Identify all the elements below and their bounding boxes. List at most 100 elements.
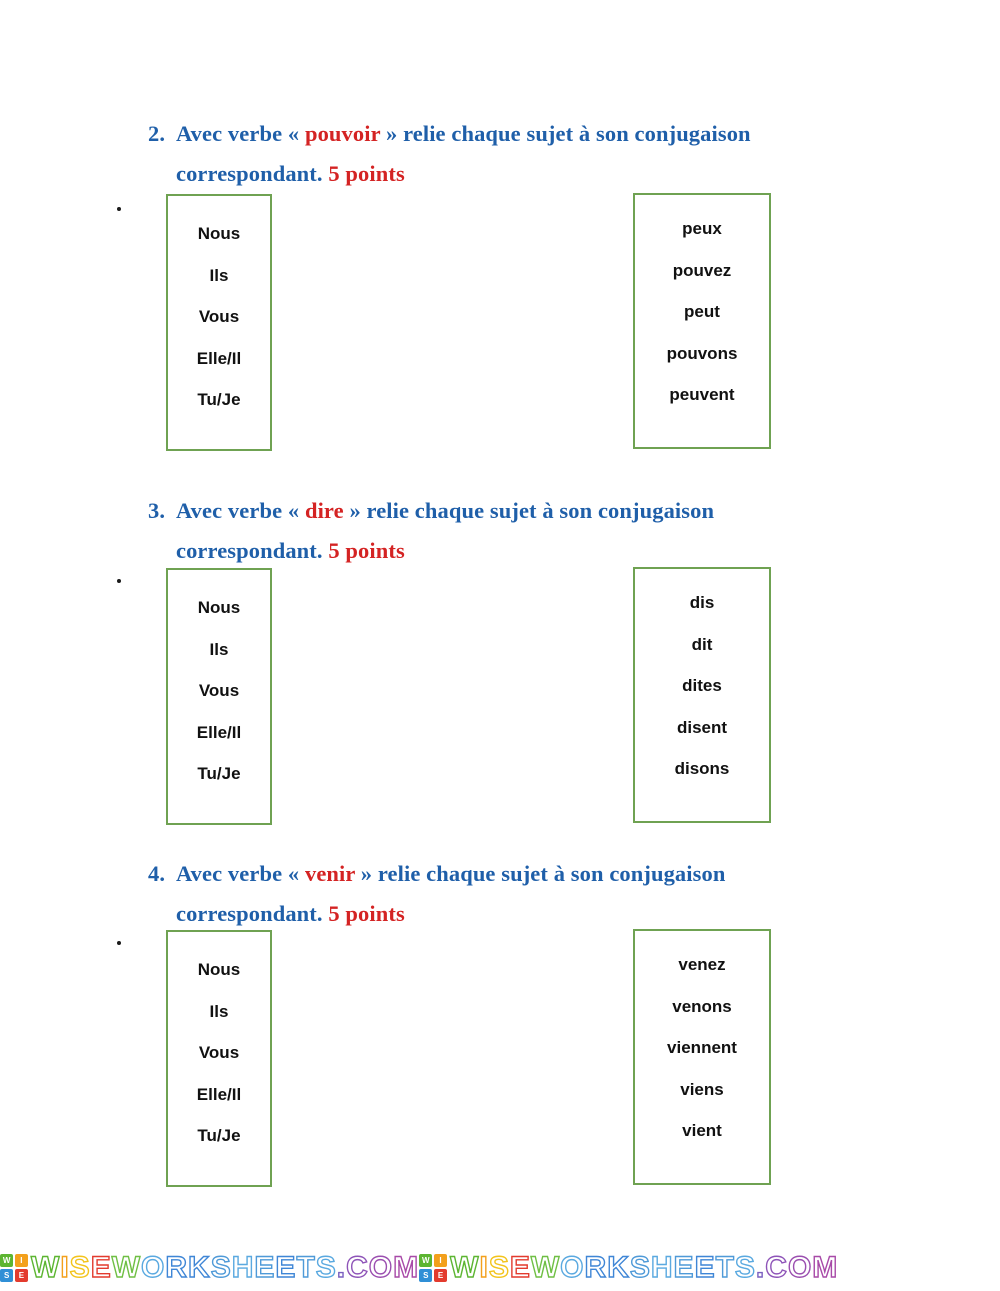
logo-tile-e: E xyxy=(433,1268,448,1282)
watermark-instance: W I S E WISEWORKSHEETS.COM xyxy=(0,1251,420,1284)
conjugation-item[interactable]: peuvent xyxy=(635,374,769,416)
exercise-3-correspondant: correspondant. xyxy=(176,538,323,563)
subject-item[interactable]: Vous xyxy=(168,670,270,712)
watermark-letter: H xyxy=(231,1251,255,1284)
watermark-letter: E xyxy=(90,1251,112,1284)
subject-item[interactable]: Tu/Je xyxy=(168,379,270,421)
exercise-2-points: 5 points xyxy=(328,161,405,186)
watermark-letter: S xyxy=(315,1251,337,1284)
worksheet-page: 2. Avec verbe « pouvoir » relie chaque su… xyxy=(0,0,1000,1291)
exercise-3-prompt-after: » relie chaque sujet à son conjugaison xyxy=(349,498,715,523)
exercise-2-left-marker-dot xyxy=(117,207,121,211)
conjugation-item[interactable]: disons xyxy=(635,748,769,790)
conjugation-item[interactable]: viennent xyxy=(635,1027,769,1069)
exercise-3-prompt-before: Avec verbe « xyxy=(176,498,300,523)
conjugation-item[interactable]: pouvez xyxy=(635,250,769,292)
watermark-letter: E xyxy=(275,1251,297,1284)
watermark-letter: S xyxy=(629,1251,651,1284)
subject-item[interactable]: Elle/Il xyxy=(168,1074,270,1116)
exercise-2-prompt-before: Avec verbe « xyxy=(176,121,300,146)
subject-item[interactable]: Ils xyxy=(168,255,270,297)
watermark-letter: S xyxy=(210,1251,232,1284)
watermark-letter: T xyxy=(715,1251,735,1284)
conjugation-item[interactable]: vient xyxy=(635,1110,769,1152)
watermark-letter: I xyxy=(60,1251,70,1284)
conjugation-item[interactable]: venez xyxy=(635,944,769,986)
watermark-text: WISEWORKSHEETS.COM xyxy=(449,1251,839,1284)
exercise-2-subject-box: Nous Ils Vous Elle/Il Tu/Je xyxy=(166,194,272,451)
watermark-footer: W I S E WISEWORKSHEETS.COM W I S E WISEW… xyxy=(0,1248,1000,1288)
watermark-letter: R xyxy=(165,1251,189,1284)
subject-item[interactable]: Vous xyxy=(168,1032,270,1074)
logo-tile-s: S xyxy=(0,1268,14,1282)
subject-item[interactable]: Tu/Je xyxy=(168,753,270,795)
exercise-2-verb: pouvoir xyxy=(304,121,381,146)
subject-item[interactable]: Elle/Il xyxy=(168,338,270,380)
conjugation-item[interactable]: pouvons xyxy=(635,333,769,375)
logo-tile-w: W xyxy=(0,1254,14,1268)
subject-item[interactable]: Tu/Je xyxy=(168,1115,270,1157)
subject-item[interactable]: Vous xyxy=(168,296,270,338)
subject-item[interactable]: Nous xyxy=(168,213,270,255)
conjugation-item[interactable]: peut xyxy=(635,291,769,333)
logo-tile-i: I xyxy=(433,1254,448,1268)
exercise-4-heading: 4. Avec verbe « venir » relie chaque suje… xyxy=(148,854,908,934)
watermark-letter: E xyxy=(509,1251,531,1284)
subject-item[interactable]: Nous xyxy=(168,949,270,991)
watermark-letter: . xyxy=(755,1251,766,1284)
exercise-2-heading: 2. Avec verbe « pouvoir » relie chaque su… xyxy=(148,114,908,194)
exercise-3-verb: dire xyxy=(304,498,344,523)
wiseworksheets-logo-icon: W I S E xyxy=(419,1254,448,1282)
watermark-letter: C xyxy=(765,1251,788,1284)
exercise-3-heading: 3. Avec verbe « dire » relie chaque sujet… xyxy=(148,491,908,571)
watermark-letter: S xyxy=(488,1251,510,1284)
subject-item[interactable]: Ils xyxy=(168,629,270,671)
exercise-2-heading-line2: correspondant. 5 points xyxy=(176,154,908,194)
watermark-letter: S xyxy=(69,1251,91,1284)
watermark-letter: K xyxy=(187,1251,211,1284)
exercise-4-number: 4. xyxy=(148,861,166,886)
subject-item[interactable]: Elle/Il xyxy=(168,712,270,754)
exercise-4-heading-line2: correspondant. 5 points xyxy=(176,894,908,934)
wiseworksheets-logo-icon: W I S E xyxy=(0,1254,28,1282)
watermark-letter: . xyxy=(336,1251,347,1284)
exercise-4-left-marker-dot xyxy=(117,941,121,945)
conjugation-item[interactable]: viens xyxy=(635,1069,769,1111)
conjugation-item[interactable]: disent xyxy=(635,707,769,749)
exercise-2-correspondant: correspondant. xyxy=(176,161,323,186)
watermark-letter: W xyxy=(449,1251,480,1284)
watermark-letter: W xyxy=(530,1251,561,1284)
conjugation-item[interactable]: dites xyxy=(635,665,769,707)
conjugation-item[interactable]: dit xyxy=(635,624,769,666)
watermark-letter: O xyxy=(140,1251,166,1284)
watermark-letter: M xyxy=(392,1251,420,1284)
logo-tile-i: I xyxy=(14,1254,28,1268)
exercise-2-prompt-after: » relie chaque sujet à son conjugaison xyxy=(386,121,751,146)
watermark-letter: H xyxy=(650,1251,674,1284)
conjugation-item[interactable]: venons xyxy=(635,986,769,1028)
conjugation-item[interactable]: dis xyxy=(635,582,769,624)
watermark-letter: K xyxy=(606,1251,630,1284)
watermark-letter: E xyxy=(673,1251,695,1284)
exercise-4-prompt-after: » relie chaque sujet à son conjugaison xyxy=(360,861,726,886)
subject-item[interactable]: Ils xyxy=(168,991,270,1033)
exercise-4-conjugation-box: venez venons viennent viens vient xyxy=(633,929,771,1185)
exercise-2-conjugation-box: peux pouvez peut pouvons peuvent xyxy=(633,193,771,449)
subject-item[interactable]: Nous xyxy=(168,587,270,629)
watermark-letter: E xyxy=(694,1251,716,1284)
conjugation-item[interactable]: peux xyxy=(635,208,769,250)
watermark-letter: R xyxy=(584,1251,608,1284)
exercise-3-left-marker-dot xyxy=(117,579,121,583)
exercise-3-conjugation-box: dis dit dites disent disons xyxy=(633,567,771,823)
exercise-4-correspondant: correspondant. xyxy=(176,901,323,926)
watermark-letter: I xyxy=(479,1251,489,1284)
watermark-letter: S xyxy=(734,1251,756,1284)
watermark-text: WISEWORKSHEETS.COM xyxy=(30,1251,420,1284)
watermark-letter: M xyxy=(812,1251,839,1284)
logo-tile-w: W xyxy=(419,1254,433,1268)
watermark-letter: O xyxy=(787,1251,813,1284)
exercise-4-subject-box: Nous Ils Vous Elle/Il Tu/Je xyxy=(166,930,272,1187)
watermark-letter: W xyxy=(111,1251,142,1284)
exercise-3-points: 5 points xyxy=(328,538,405,563)
exercise-4-points: 5 points xyxy=(328,901,405,926)
